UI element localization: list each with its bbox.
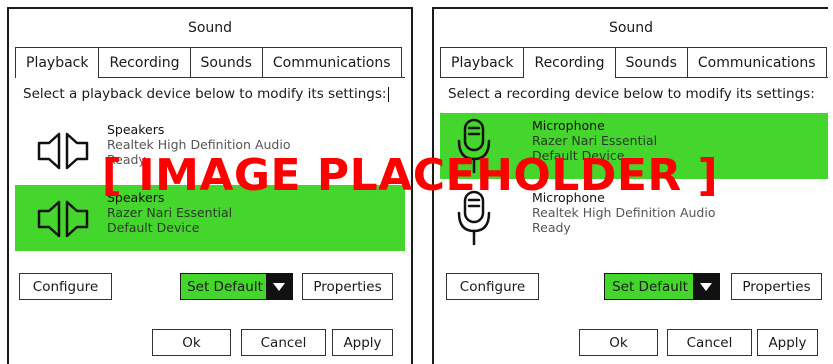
configure-button[interactable]: Configure (19, 273, 112, 300)
tab-bar: Playback Recording Sounds Communications (15, 47, 402, 78)
properties-button[interactable]: Properties (731, 273, 822, 300)
tab-bar: Playback Recording Sounds Communications (440, 47, 827, 78)
device-name: Microphone (532, 118, 605, 133)
ok-button[interactable]: Ok (152, 329, 231, 356)
instruction-label: Select a playback device below to modify… (23, 86, 387, 102)
tab-recording[interactable]: Recording (523, 47, 616, 78)
device-driver: Razer Nari Essential (532, 133, 658, 148)
apply-button[interactable]: Apply (757, 329, 818, 356)
device-name: Speakers (107, 122, 165, 137)
speaker-icon (37, 132, 89, 170)
instruction-text: Select a playback device below to modify… (23, 86, 390, 102)
tab-communications[interactable]: Communications (686, 47, 827, 78)
cancel-button[interactable]: Cancel (667, 329, 752, 356)
speaker-icon (37, 200, 89, 238)
dialog-title: Sound (608, 20, 654, 36)
tab-divider (440, 77, 828, 78)
tab-recording[interactable]: Recording (98, 47, 191, 78)
tab-sounds[interactable]: Sounds (614, 47, 688, 78)
set-default-dropdown-arrow[interactable] (693, 273, 720, 300)
text-cursor (388, 86, 390, 102)
set-default-button[interactable]: Set Default (180, 273, 270, 300)
device-driver: Razer Nari Essential (107, 205, 233, 220)
device-status: Ready (532, 220, 571, 235)
tab-playback[interactable]: Playback (15, 47, 100, 78)
cancel-button[interactable]: Cancel (241, 329, 326, 356)
set-default-dropdown-arrow[interactable] (266, 273, 293, 300)
tab-communications[interactable]: Communications (261, 47, 402, 78)
apply-button[interactable]: Apply (332, 329, 393, 356)
tab-sounds[interactable]: Sounds (189, 47, 263, 78)
properties-button[interactable]: Properties (302, 273, 393, 300)
ok-button[interactable]: Ok (579, 329, 658, 356)
device-status: Default Device (107, 220, 200, 235)
set-default-button[interactable]: Set Default (604, 273, 696, 300)
device-driver: Realtek High Definition Audio (532, 205, 716, 220)
instruction-text: Select a recording device below to modif… (448, 86, 815, 102)
dialog-title: Sound (187, 20, 233, 36)
tab-playback[interactable]: Playback (440, 47, 525, 78)
configure-button[interactable]: Configure (446, 273, 539, 300)
image-placeholder-overlay: [ IMAGE PLACEHOLDER ] (101, 150, 719, 201)
